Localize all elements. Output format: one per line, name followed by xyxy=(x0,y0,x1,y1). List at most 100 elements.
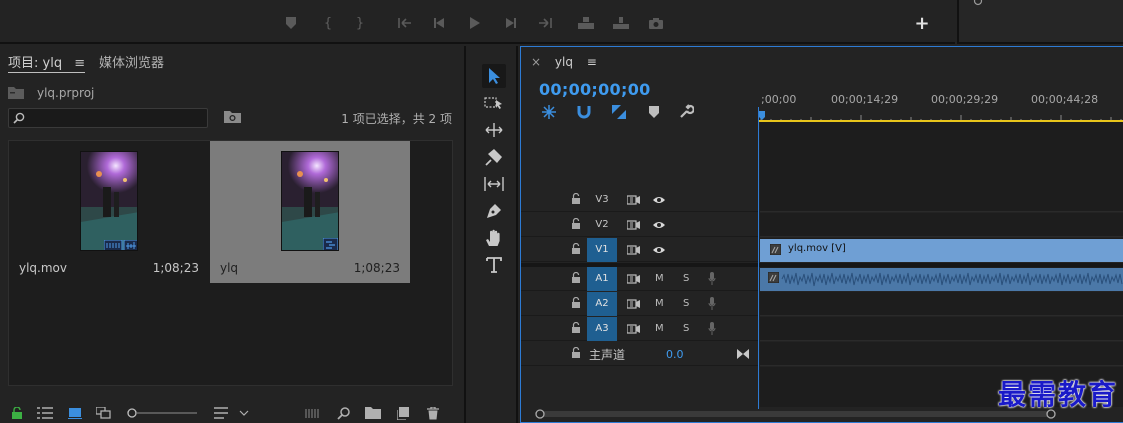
sync-lock-icon[interactable] xyxy=(627,274,640,284)
ripple-edit-tool-icon[interactable] xyxy=(482,118,506,142)
project-search-input[interactable] xyxy=(8,108,208,128)
find-icon[interactable] xyxy=(334,405,352,421)
add-button-icon[interactable]: + xyxy=(912,13,932,34)
sync-lock-icon[interactable] xyxy=(627,220,640,230)
track-content[interactable] xyxy=(760,317,1123,341)
clip-thumbnail xyxy=(80,151,138,251)
eye-icon[interactable] xyxy=(652,220,666,230)
export-frame-icon[interactable] xyxy=(646,13,666,33)
tab-media-browser[interactable]: 媒体浏览器 xyxy=(99,52,164,71)
track-content[interactable]: ylq.mov [V] xyxy=(760,238,1123,262)
lift-icon[interactable] xyxy=(576,13,596,33)
sequence-item-selected[interactable]: ylq 1;08;23 xyxy=(210,141,410,283)
extract-icon[interactable] xyxy=(611,13,631,33)
selection-tool-icon[interactable] xyxy=(482,64,506,88)
master-volume-value[interactable]: 0.0 xyxy=(666,348,684,361)
track-content[interactable] xyxy=(760,188,1123,212)
slip-tool-icon[interactable] xyxy=(482,172,506,196)
track-content[interactable] xyxy=(760,213,1123,237)
eye-icon[interactable] xyxy=(652,245,666,255)
eye-icon[interactable] xyxy=(652,195,666,205)
freeform-view-icon[interactable] xyxy=(96,405,114,421)
microphone-icon[interactable] xyxy=(708,322,716,336)
audio-clip[interactable] xyxy=(760,268,1123,291)
go-to-out-icon[interactable] xyxy=(535,13,555,33)
track-name-targeted[interactable]: A3 xyxy=(587,317,617,341)
playhead-timecode[interactable]: 00;00;00;00 xyxy=(539,80,651,99)
sync-lock-icon[interactable] xyxy=(627,299,640,309)
solo-button[interactable]: S xyxy=(683,323,689,334)
lock-track-icon[interactable] xyxy=(571,297,581,309)
video-clip[interactable]: ylq.mov [V] xyxy=(760,239,1123,262)
hand-tool-icon[interactable] xyxy=(482,226,506,250)
zoom-slider[interactable] xyxy=(126,405,198,421)
play-icon[interactable] xyxy=(465,13,485,33)
mark-in-icon[interactable]: { xyxy=(318,13,338,33)
marker-icon[interactable] xyxy=(281,13,301,33)
new-bin-icon[interactable] xyxy=(364,405,382,421)
go-to-end-icon[interactable] xyxy=(737,349,749,359)
linked-selection-icon[interactable] xyxy=(611,104,627,120)
step-forward-icon[interactable] xyxy=(500,13,520,33)
fx-badge-icon xyxy=(770,244,781,255)
lock-icon[interactable] xyxy=(8,405,26,421)
microphone-icon[interactable] xyxy=(708,297,716,311)
step-back-icon[interactable] xyxy=(430,13,450,33)
lock-track-icon[interactable] xyxy=(571,322,581,334)
lock-track-icon[interactable] xyxy=(571,218,581,230)
sync-lock-icon[interactable] xyxy=(627,195,640,205)
tab-menu-icon[interactable]: ≡ xyxy=(587,55,597,69)
type-tool-icon[interactable] xyxy=(482,253,506,277)
clip-item[interactable]: ylq.mov 1;08;23 xyxy=(9,141,209,283)
slider-handle-icon[interactable] xyxy=(973,0,983,6)
track-header: V3 xyxy=(521,188,758,212)
add-marker-icon[interactable] xyxy=(649,106,659,118)
tab-menu-icon[interactable]: ≡ xyxy=(74,56,85,71)
track-name[interactable]: V2 xyxy=(587,213,617,237)
folder-icon xyxy=(8,87,24,99)
snap-magnet-icon[interactable] xyxy=(577,105,591,119)
solo-button[interactable]: S xyxy=(683,298,689,309)
automate-to-sequence-icon[interactable] xyxy=(304,405,322,421)
trash-icon[interactable] xyxy=(424,405,442,421)
insert-overwrite-icon[interactable] xyxy=(541,105,557,119)
mute-button[interactable]: M xyxy=(655,273,664,284)
sort-icon[interactable] xyxy=(214,405,250,421)
microphone-icon[interactable] xyxy=(708,272,716,286)
lock-track-icon[interactable] xyxy=(571,272,581,284)
playhead-line[interactable] xyxy=(758,107,759,409)
close-tab-icon[interactable]: × xyxy=(531,55,541,69)
wrench-icon[interactable] xyxy=(679,104,694,119)
track-content[interactable] xyxy=(760,342,1123,366)
ruler-label: 00;00;14;29 xyxy=(831,93,899,106)
track-name-targeted[interactable]: V1 xyxy=(587,238,617,262)
sync-lock-icon[interactable] xyxy=(627,245,640,255)
go-to-in-icon[interactable] xyxy=(395,13,415,33)
mute-button[interactable]: M xyxy=(655,323,664,334)
lock-track-icon[interactable] xyxy=(571,243,581,255)
mute-button[interactable]: M xyxy=(655,298,664,309)
selection-status: 1 项已选择，共 2 项 xyxy=(341,112,452,126)
track-name-targeted[interactable]: A1 xyxy=(587,267,617,291)
track-content[interactable] xyxy=(760,292,1123,316)
lock-track-icon[interactable] xyxy=(571,193,581,205)
master-track-label: 主声道 xyxy=(589,348,626,362)
icon-view-icon[interactable] xyxy=(66,405,84,421)
track-name[interactable]: V3 xyxy=(587,188,617,212)
razor-tool-icon[interactable] xyxy=(482,145,506,169)
solo-button[interactable]: S xyxy=(683,273,689,284)
pen-tool-icon[interactable] xyxy=(482,199,506,223)
track-content[interactable] xyxy=(760,267,1123,291)
lock-track-icon[interactable] xyxy=(571,347,581,359)
tab-project[interactable]: 项目: ylq ≡ xyxy=(8,52,86,73)
new-item-icon[interactable] xyxy=(394,405,412,421)
track-select-tool-icon[interactable] xyxy=(482,91,506,115)
sync-lock-icon[interactable] xyxy=(627,324,640,334)
empty-track-space[interactable] xyxy=(760,122,1123,188)
time-ruler[interactable] xyxy=(759,109,1123,123)
track-name-targeted[interactable]: A2 xyxy=(587,292,617,316)
mark-out-icon[interactable]: } xyxy=(350,13,370,33)
new-search-bin-icon[interactable] xyxy=(224,110,241,123)
list-view-icon[interactable] xyxy=(36,405,54,421)
tab-timeline-sequence[interactable]: × ylq ≡ xyxy=(531,55,597,69)
